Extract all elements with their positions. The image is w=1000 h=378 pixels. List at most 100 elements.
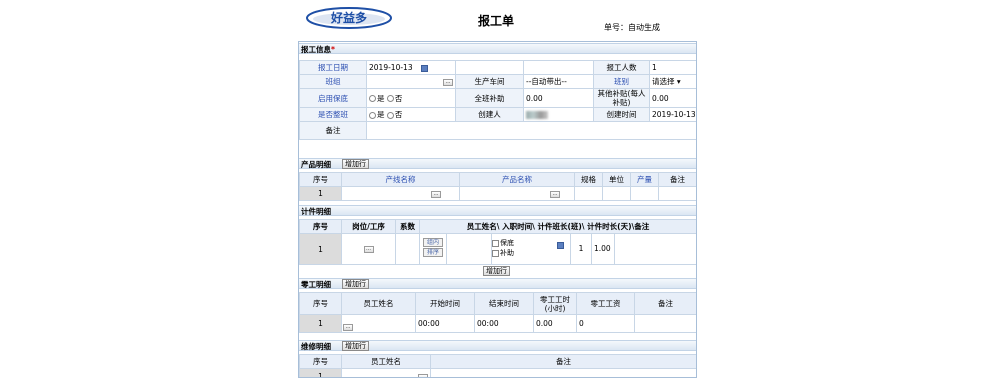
col-header: 序号 [299, 219, 342, 234]
other-subsidy-value[interactable]: 0.00 [649, 88, 696, 108]
col-header: 序号 [299, 292, 342, 315]
calendar-icon[interactable] [557, 242, 564, 249]
remark-label: 备注 [299, 121, 367, 140]
group-button[interactable]: 组内 [423, 238, 443, 247]
whole-shift-yes-label: 是 [377, 110, 385, 119]
insurance-option: 保底 [500, 239, 514, 247]
line-picker-button[interactable]: … [431, 190, 441, 198]
reporter-count-label: 报工人数 [593, 60, 650, 75]
qty-cell[interactable] [630, 186, 659, 201]
section-repair: 维修明细 增加行 [299, 340, 696, 351]
post-picker-button[interactable]: … [363, 246, 374, 253]
employee-picker-button[interactable]: … [343, 324, 353, 331]
other-subsidy-label: 其他补贴(每人补贴) [593, 88, 650, 108]
form-frame: 报工信息* 报工日期 2019-10-13 报工人数 1 班组 … 生产车间 -… [298, 41, 697, 378]
table-row: 1 … 组内 排序 保底 补助 1 1.00 [299, 233, 696, 265]
shift-select-value: 请选择 [652, 77, 675, 86]
full-subsidy-value[interactable]: 0.00 [523, 88, 594, 108]
remark-field[interactable] [366, 121, 696, 140]
odd-add-row-button[interactable]: 增加行 [342, 279, 369, 289]
piece-hours[interactable]: 1.00 [594, 234, 615, 264]
chevron-down-icon: ▾ [676, 77, 681, 86]
coef-cell[interactable] [395, 233, 420, 265]
section-title: 零工明细 [301, 280, 331, 289]
spec-cell [574, 186, 603, 201]
product-table: 序号 产线名称 产品名称 规格 单位 产量 备注 1 … … [299, 172, 696, 201]
col-header: 序号 [299, 172, 342, 187]
row-number: 1 [299, 186, 342, 201]
section-title: 计件明细 [301, 207, 331, 216]
sort-button[interactable]: 排序 [423, 248, 443, 257]
col-header: 产品名称 [459, 172, 575, 187]
company-logo: 好益多 [306, 7, 392, 29]
odd-jobs-table: 序号 员工姓名 开始时间 结束时间 零工工时(小时) 零工工资 备注 1 … 0… [299, 292, 696, 333]
shift-select[interactable]: 请选择 ▾ [649, 74, 696, 89]
logo-text: 好益多 [330, 10, 367, 25]
row-number: 1 [299, 233, 342, 265]
report-date-field[interactable]: 2019-10-13 [366, 60, 456, 75]
repair-employee-cell[interactable]: … [341, 368, 431, 377]
line-name-cell[interactable]: … [341, 186, 460, 201]
whole-shift-yes-radio[interactable] [369, 111, 376, 119]
piece-qty[interactable]: 1 [570, 234, 592, 264]
repair-add-row-button[interactable]: 增加行 [342, 341, 369, 351]
col-header: 零工工资 [576, 292, 635, 315]
col-header: 开始时间 [415, 292, 475, 315]
report-info-table: 报工日期 2019-10-13 报工人数 1 班组 … 生产车间 --自动带出-… [299, 60, 696, 140]
insurance-no-label: 否 [394, 93, 403, 103]
insurance-yes-radio[interactable] [369, 95, 376, 102]
whole-shift-radio-group: 是 否 [366, 107, 456, 122]
whole-shift-no-radio[interactable] [386, 111, 394, 119]
section-product: 产品明细 增加行 [299, 158, 696, 169]
col-header: 备注 [430, 354, 696, 369]
creator-label: 创建人 [455, 107, 524, 122]
col-header: 结束时间 [474, 292, 534, 315]
insurance-checkbox[interactable] [492, 239, 499, 247]
col-header: 单位 [602, 172, 631, 187]
remark-cell[interactable] [658, 186, 696, 201]
reporter-count-value: 1 [649, 60, 696, 75]
product-picker-button[interactable]: … [550, 190, 560, 198]
repair-remark[interactable] [430, 368, 696, 377]
col-header: 员工姓名 [341, 292, 416, 315]
end-time[interactable]: 00:00 [474, 314, 534, 333]
subsidy-option: 补助 [500, 249, 514, 257]
col-header: 岗位/工序 [341, 219, 396, 234]
report-date-label: 报工日期 [299, 60, 367, 75]
col-header: 零工工时(小时) [533, 292, 577, 315]
employee-cell[interactable]: … [341, 314, 416, 333]
col-header: 序号 [299, 354, 342, 369]
subsidy-checkbox[interactable] [492, 249, 499, 257]
odd-wage[interactable]: 0 [576, 314, 635, 333]
col-header: 员工姓名\ 入职时间\ 计件班长(班)\ 计件时长(天)\备注 [419, 219, 696, 234]
col-header: 备注 [658, 172, 696, 187]
table-row: 1 … … [299, 186, 696, 201]
required-mark: * [331, 45, 335, 54]
odd-remark[interactable] [634, 314, 696, 333]
whole-shift-label: 是否整班 [299, 107, 367, 122]
whole-shift-no-label: 否 [394, 110, 403, 119]
table-row: 1 … 00:00 00:00 0.00 0 [299, 314, 696, 333]
team-label: 班组 [299, 74, 367, 89]
repair-employee-picker-button[interactable]: … [418, 373, 428, 377]
insurance-no-radio[interactable] [386, 95, 394, 102]
col-header: 备注 [634, 292, 696, 315]
section-title: 产品明细 [301, 160, 331, 169]
odd-hours[interactable]: 0.00 [533, 314, 577, 333]
repair-table: 序号 员工姓名 备注 1 … [299, 354, 696, 377]
team-picker-button[interactable]: … [443, 78, 453, 86]
team-field[interactable]: … [366, 74, 456, 89]
product-name-cell[interactable]: … [459, 186, 575, 201]
doc-number-label: 单号： [604, 23, 628, 32]
product-add-row-button[interactable]: 增加行 [342, 159, 369, 169]
post-cell[interactable]: … [341, 233, 396, 265]
full-subsidy-label: 全班补助 [455, 88, 524, 108]
piecework-add-row-button[interactable]: 增加行 [483, 266, 510, 276]
col-header: 产量 [630, 172, 659, 187]
start-time[interactable]: 00:00 [415, 314, 475, 333]
section-report-info: 报工信息* [299, 43, 696, 54]
doc-number: 单号：自动生成 [604, 22, 660, 33]
insurance-radio-group: 是 否 [366, 88, 456, 108]
col-header: 系数 [395, 219, 420, 234]
calendar-icon[interactable] [420, 64, 428, 72]
